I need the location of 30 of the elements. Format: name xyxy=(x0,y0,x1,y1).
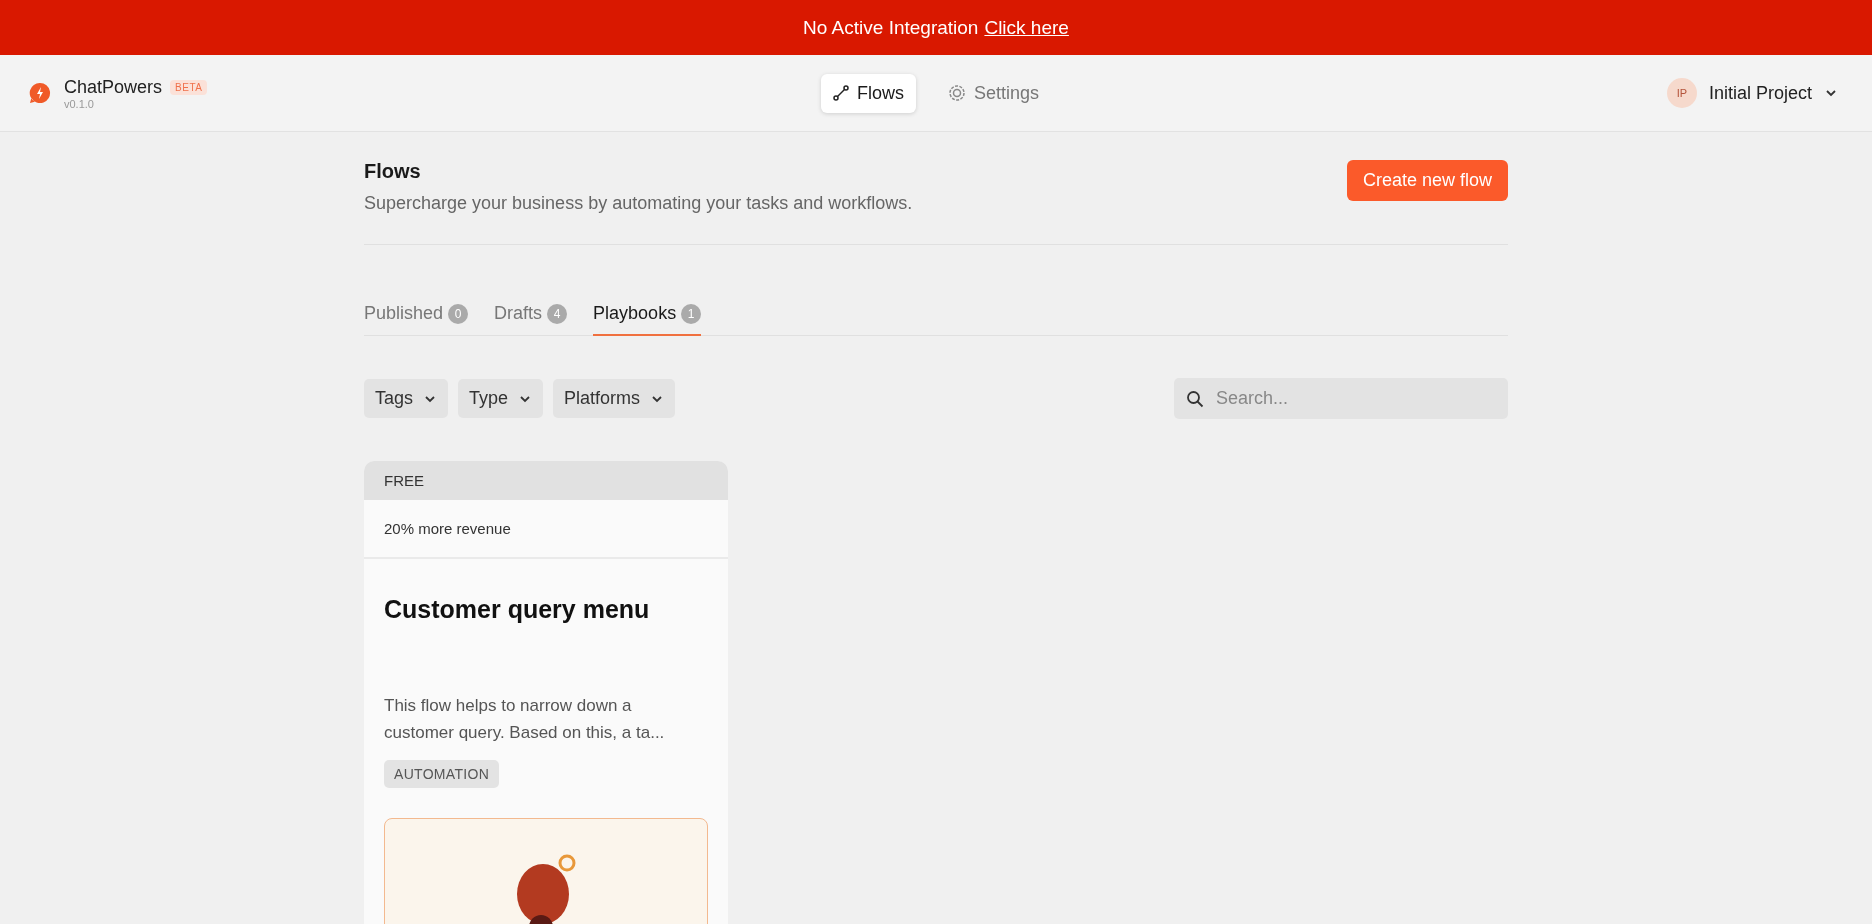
filter-dropdown[interactable]: Type xyxy=(458,379,544,418)
beta-badge: BETA xyxy=(170,79,208,95)
page-subtitle: Supercharge your business by automating your tasks and workflows. xyxy=(364,193,913,214)
count-badge: 4 xyxy=(547,303,568,324)
brand-name: ChatPowers xyxy=(64,76,163,98)
search-field[interactable]: Search... xyxy=(1174,378,1508,419)
nav-tab[interactable]: Settings xyxy=(936,73,1052,113)
nav-tab[interactable]: Flows xyxy=(820,73,916,113)
benefit-text: 20% more revenue xyxy=(364,500,728,559)
connector-icon xyxy=(832,85,849,101)
tab[interactable]: Playbooks 1 xyxy=(593,303,702,336)
tab[interactable]: Published 0 xyxy=(364,303,469,336)
filter-dropdown[interactable]: Tags xyxy=(364,379,449,418)
card-description: This flow helps to narrow down a customer query. Based on this, a ta... xyxy=(384,695,666,744)
project-selector[interactable]: IP Initial Project xyxy=(1444,77,1844,109)
playbook-card[interactable]: FREE 20% more revenue Customer query menu This flow helps to narrow down a customer query. Based on this, a ta... AUTOMATION xyxy=(364,461,728,924)
card-title: Customer query menu xyxy=(384,595,651,624)
project-avatar: IP xyxy=(1666,78,1697,108)
version-label: v0.1.0 xyxy=(64,97,95,110)
logo-icon xyxy=(28,81,52,105)
filter-dropdown[interactable]: Platforms xyxy=(553,379,676,418)
banner-link[interactable]: Click here xyxy=(984,16,1069,39)
count-badge: 0 xyxy=(448,303,469,324)
count-badge: 1 xyxy=(681,303,702,324)
settings-icon xyxy=(948,84,966,102)
category-tag: AUTOMATION xyxy=(384,760,500,788)
banner-message: No Active Integration xyxy=(803,16,979,39)
page-title: Flows xyxy=(364,160,422,183)
tab[interactable]: Drafts 4 xyxy=(494,303,568,336)
plan-label: FREE xyxy=(364,461,728,500)
